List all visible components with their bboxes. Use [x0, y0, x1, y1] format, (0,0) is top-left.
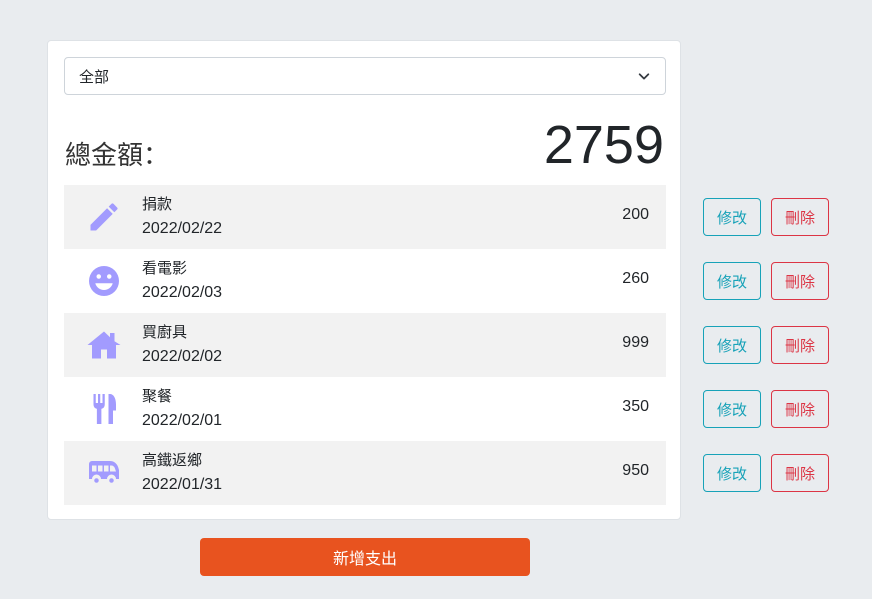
home-icon — [84, 325, 124, 365]
expense-name: 高鐵返鄉 — [142, 451, 203, 469]
expense-date: 2022/02/02 — [142, 348, 223, 365]
total-amount: 2759 — [543, 115, 664, 175]
expense-date: 2022/02/01 — [142, 412, 223, 429]
expense-date: 2022/02/03 — [142, 284, 223, 301]
edit-button[interactable]: 修改 — [703, 198, 761, 236]
expense-date: 2022/01/31 — [142, 476, 223, 493]
pencil-icon — [84, 197, 124, 237]
expense-row: 聚餐 2022/02/01 350 — [64, 377, 666, 441]
action-row: 修改 刪除 — [703, 454, 829, 518]
expense-amount: 999 — [622, 334, 649, 351]
edit-button[interactable]: 修改 — [703, 390, 761, 428]
category-filter-value: 全部 — [79, 67, 110, 86]
expense-row: 高鐵返鄉 2022/01/31 950 — [64, 441, 666, 505]
action-row: 修改 刪除 — [703, 198, 829, 262]
edit-button[interactable]: 修改 — [703, 454, 761, 492]
delete-button[interactable]: 刪除 — [771, 390, 829, 428]
delete-button[interactable]: 刪除 — [771, 262, 829, 300]
bus-icon — [84, 453, 124, 493]
row-actions: 修改 刪除 修改 刪除 修改 刪除 修改 刪除 修改 刪除 — [703, 198, 829, 518]
expense-amount: 950 — [622, 462, 649, 479]
expense-amount: 260 — [622, 270, 649, 287]
expense-list: 捐款 2022/02/22 200 看電影 2022/02/03 260 買廚具… — [64, 185, 666, 505]
add-expense-button[interactable]: 新增支出 — [200, 538, 530, 576]
expense-amount: 200 — [622, 206, 649, 223]
utensils-icon — [84, 389, 124, 429]
delete-button[interactable]: 刪除 — [771, 198, 829, 236]
smile-icon — [84, 261, 124, 301]
action-row: 修改 刪除 — [703, 262, 829, 326]
action-row: 修改 刪除 — [703, 390, 829, 454]
edit-button[interactable]: 修改 — [703, 262, 761, 300]
expense-row: 看電影 2022/02/03 260 — [64, 249, 666, 313]
expense-name: 看電影 — [142, 259, 188, 277]
delete-button[interactable]: 刪除 — [771, 454, 829, 492]
expense-card: 全部 總金額： 2759 捐款 2022/02/22 200 看電影 2022/… — [47, 40, 681, 520]
expense-name: 捐款 — [142, 195, 173, 213]
total-label: 總金額： — [65, 141, 170, 171]
chevron-down-icon — [638, 73, 650, 80]
delete-button[interactable]: 刪除 — [771, 326, 829, 364]
expense-name: 聚餐 — [142, 387, 173, 405]
action-row: 修改 刪除 — [703, 326, 829, 390]
expense-name: 買廚具 — [142, 323, 188, 341]
edit-button[interactable]: 修改 — [703, 326, 761, 364]
category-filter-select[interactable]: 全部 — [64, 57, 666, 95]
expense-row: 買廚具 2022/02/02 999 — [64, 313, 666, 377]
expense-row: 捐款 2022/02/22 200 — [64, 185, 666, 249]
expense-amount: 350 — [622, 398, 649, 415]
expense-date: 2022/02/22 — [142, 220, 223, 237]
